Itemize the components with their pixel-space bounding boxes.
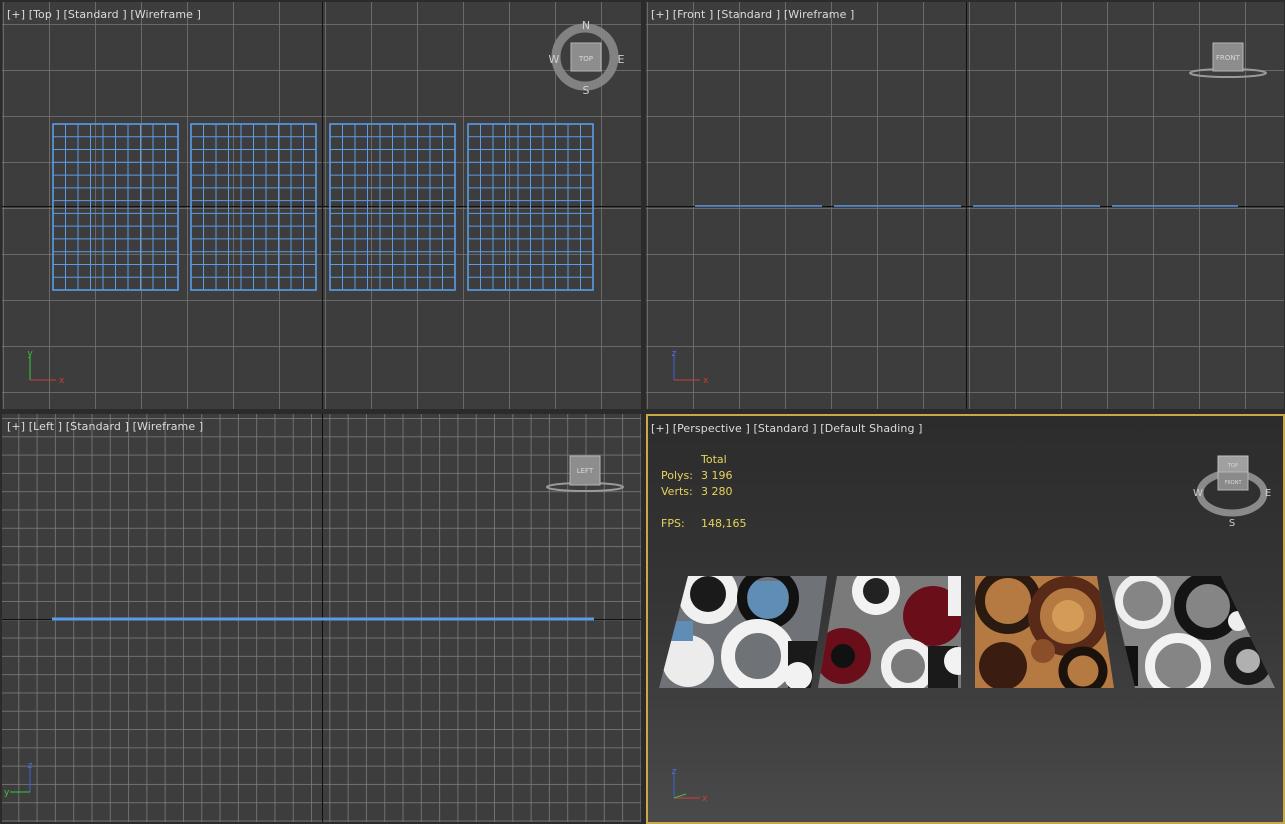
axis-tripod-top: y x: [27, 349, 65, 386]
viewcube-face-label: FRONT: [1216, 54, 1241, 62]
svg-text:x: x: [702, 794, 708, 804]
rug-2-wireframe: [190, 123, 317, 291]
rugs-perspective[interactable]: [648, 416, 1285, 824]
svg-text:z: z: [672, 767, 677, 777]
viewport-perspective[interactable]: [+] [Perspective ] [Standard ] [Default …: [646, 414, 1285, 824]
viewport-top[interactable]: [+] [Top ] [Standard ] [Wireframe ] TOP …: [2, 2, 641, 409]
rug-2: [818, 576, 961, 688]
rug-1: [659, 576, 827, 688]
compass-west-label: W: [549, 53, 560, 66]
svg-text:x: x: [59, 376, 65, 386]
viewport-left[interactable]: [+] [Left ] [Standard ] [Wireframe ] LEF…: [2, 414, 641, 822]
axis-tripod-perspective: z x: [672, 767, 708, 804]
viewcube-front[interactable]: FRONT: [1186, 40, 1276, 90]
svg-text:z: z: [28, 761, 33, 771]
viewcube-top[interactable]: TOP N S E W: [545, 18, 625, 98]
rug-3: [975, 576, 1114, 688]
compass-north-label: N: [582, 19, 590, 32]
viewcube-face-label: LEFT: [577, 467, 594, 475]
viewport-front[interactable]: [+] [Front ] [Standard ] [Wireframe ] FR…: [646, 2, 1284, 409]
compass-east-label: E: [618, 53, 625, 66]
viewcube-face-label: TOP: [578, 55, 593, 63]
svg-text:y: y: [27, 349, 33, 359]
axis-tripod-front: z x: [672, 349, 709, 386]
compass-south-label: S: [583, 84, 590, 97]
svg-text:x: x: [703, 376, 709, 386]
rug-1-wireframe: [52, 123, 179, 291]
axis-tripod-left: z y: [4, 761, 33, 798]
rug-3-wireframe: [329, 123, 456, 291]
svg-text:y: y: [4, 788, 10, 798]
rug-4-wireframe: [467, 123, 594, 291]
rug-4: [1108, 576, 1275, 688]
viewcube-left[interactable]: LEFT: [542, 454, 632, 504]
svg-text:z: z: [672, 349, 677, 359]
